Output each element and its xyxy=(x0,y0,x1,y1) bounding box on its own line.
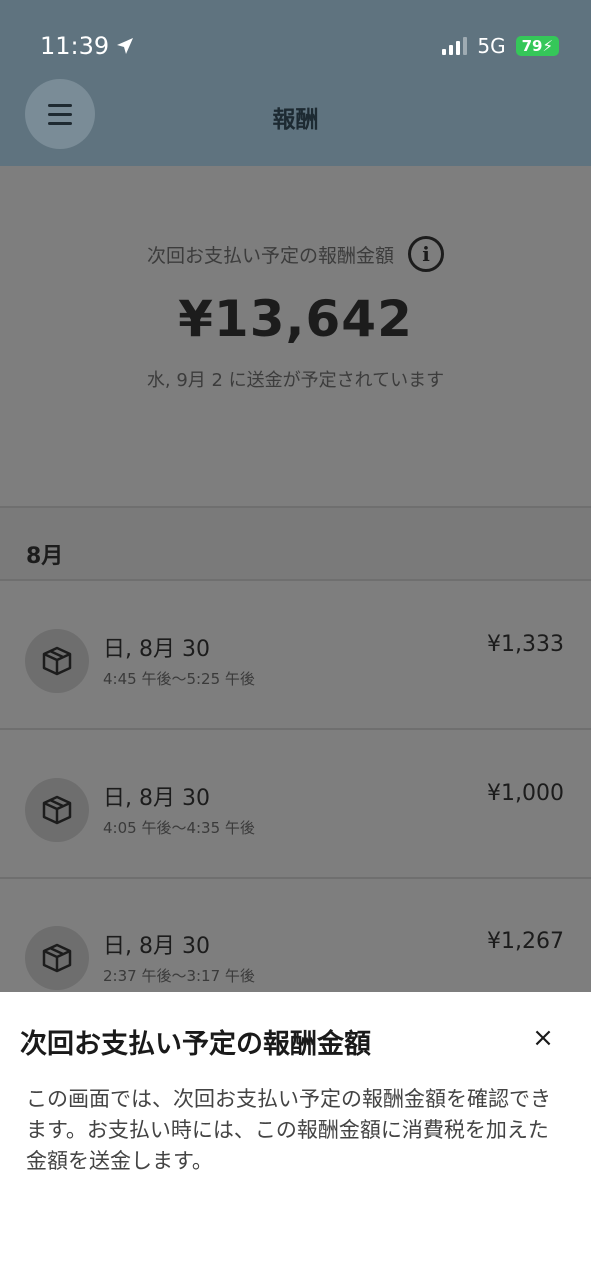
close-icon[interactable]: × xyxy=(527,1022,559,1054)
package-icon-wrap xyxy=(25,778,89,842)
battery-icon: 79⚡ xyxy=(515,36,559,56)
package-icon xyxy=(42,943,72,973)
summary-label-row: 次回お支払い予定の報酬金額 i xyxy=(0,236,591,272)
status-indicators: 5G 79⚡ xyxy=(442,34,559,58)
info-bottom-sheet: 次回お支払い予定の報酬金額 × この画面では、次回お支払い予定の報酬金額を確認で… xyxy=(0,992,591,1280)
status-time-text: 11:39 xyxy=(40,32,110,60)
summary-amount: ¥13,642 xyxy=(178,290,413,348)
row-date: 日, 8月 30 xyxy=(103,934,210,959)
sheet-body: この画面では、次回お支払い予定の報酬金額を確認できます。お支払い時には、この報酬… xyxy=(26,1087,551,1173)
network-type: 5G xyxy=(477,34,506,58)
row-time: 4:45 午後〜5:25 午後 xyxy=(103,670,255,688)
package-icon xyxy=(42,646,72,676)
package-icon-wrap xyxy=(25,629,89,693)
row-amount: ¥1,267 xyxy=(487,929,564,954)
row-date: 日, 8月 30 xyxy=(103,637,210,662)
row-time: 4:05 午後〜4:35 午後 xyxy=(103,819,255,837)
package-icon-wrap xyxy=(25,926,89,990)
summary-date: 水, 9月 2 に送金が予定されています xyxy=(146,370,445,391)
signal-icon xyxy=(442,37,468,55)
package-icon xyxy=(42,795,72,825)
page-title: 報酬 xyxy=(272,107,319,133)
status-time: 11:39 xyxy=(40,32,135,60)
payout-summary: 次回お支払い予定の報酬金額 i ¥13,642 水, 9月 2 に送金が予定され… xyxy=(0,166,591,506)
app-header: 11:39 5G 79⚡ 報酬 xyxy=(0,0,591,166)
battery-level: 79 xyxy=(521,37,543,55)
row-amount: ¥1,000 xyxy=(487,781,564,806)
month-label: 8月 xyxy=(26,544,64,569)
list-item[interactable]: 日, 8月 30 4:05 午後〜4:35 午後 ¥1,000 xyxy=(0,730,591,878)
row-time: 2:37 午後〜3:17 午後 xyxy=(103,967,255,985)
info-icon[interactable]: i xyxy=(408,236,444,272)
summary-label: 次回お支払い予定の報酬金額 xyxy=(146,244,394,267)
location-arrow-icon xyxy=(117,38,134,54)
month-header: 8月 xyxy=(0,508,591,580)
row-date: 日, 8月 30 xyxy=(103,786,210,811)
sheet-title: 次回お支払い予定の報酬金額 xyxy=(20,1029,371,1060)
row-amount: ¥1,333 xyxy=(487,632,564,657)
list-item[interactable]: 日, 8月 30 4:45 午後〜5:25 午後 ¥1,333 xyxy=(0,581,591,729)
